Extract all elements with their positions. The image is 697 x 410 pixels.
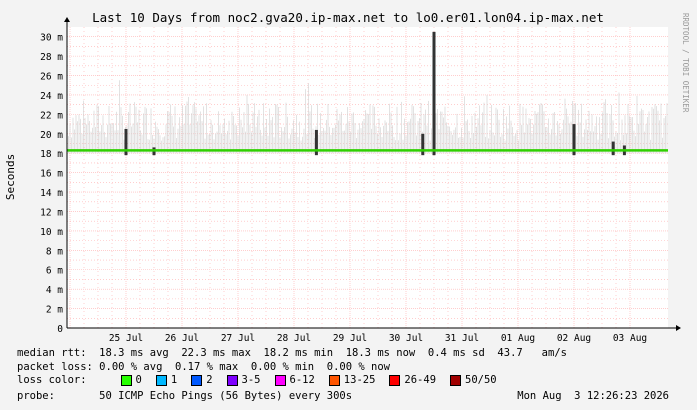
- y-tick-label: 30 m: [40, 33, 63, 44]
- probe-line: probe: 50 ICMP Echo Pings (56 Bytes) eve…: [17, 390, 353, 402]
- x-tick-label: 31 Jul: [445, 333, 479, 344]
- x-tick-label: 27 Jul: [221, 333, 255, 344]
- packet-loss-line: packet loss: 0.00 % avg 0.17 % max 0.00 …: [17, 361, 390, 373]
- latency-chart: 0 2 m 4 m 6 m 8 m 10 m 12 m 14 m 16 m 18 m 20 m 22 …: [4, 10, 690, 344]
- loss-legend-label: 50/50: [465, 374, 497, 386]
- y-tick-label: 4 m: [46, 285, 63, 296]
- loss-swatch: [226, 374, 238, 386]
- x-tick-label: 25 Jul: [109, 333, 143, 344]
- x-tick-label: 28 Jul: [277, 333, 311, 344]
- y-axis-arrow: [64, 17, 70, 22]
- y-tick-label: 22 m: [40, 110, 63, 121]
- loss-legend-item: 26-49: [383, 374, 436, 386]
- chart-title: Last 10 Days from noc2.gva20.ip-max.net …: [92, 10, 604, 25]
- x-tick-label: 26 Jul: [165, 333, 199, 344]
- y-tick-label: 2 m: [46, 305, 63, 316]
- loss-color-legend: loss color: 0 1 2 3-5 6-12 13-25 26-49 50/50: [17, 374, 505, 386]
- latency-spike: [432, 31, 436, 156]
- loss-legend-label: 26-49: [404, 374, 437, 386]
- y-axis-label: Seconds: [4, 154, 17, 200]
- y-tick-label: 18 m: [40, 149, 63, 160]
- y-tick-label: 14 m: [40, 188, 63, 199]
- timestamp: Mon Aug 3 12:26:23 2026: [517, 390, 669, 402]
- loss-legend-item: 2: [185, 374, 213, 386]
- loss-legend-item: 3-5: [221, 374, 261, 386]
- y-tick-label: 24 m: [40, 91, 63, 102]
- loss-legend-item: 1: [150, 374, 177, 386]
- y-tick-label: 12 m: [40, 207, 63, 218]
- loss-swatch: [120, 374, 132, 386]
- loss-swatch: [155, 374, 167, 386]
- loss-legend-label: 1: [170, 374, 178, 386]
- x-axis-arrow: [676, 325, 681, 331]
- y-tick-label: 6 m: [46, 266, 63, 277]
- loss-color-label: loss color:: [17, 374, 87, 386]
- loss-swatch: [274, 374, 286, 386]
- loss-legend-item: 6-12: [269, 374, 315, 386]
- loss-swatch: [450, 374, 462, 386]
- median-rtt-line: median rtt: 18.3 ms avg 22.3 ms max 18.2…: [17, 347, 567, 359]
- loss-legend-label: 3-5: [241, 374, 261, 386]
- y-tick-label: 8 m: [46, 246, 63, 257]
- loss-legend-label: 2: [206, 374, 213, 386]
- x-tick-label: 30 Jul: [389, 333, 423, 344]
- loss-swatch: [191, 374, 203, 386]
- x-tick-label: 02 Aug: [557, 333, 591, 344]
- plot-area: [67, 27, 668, 328]
- y-tick-label: 10 m: [40, 227, 63, 238]
- loss-legend-label: 0: [135, 374, 142, 386]
- loss-legend-label: 6-12: [289, 374, 315, 386]
- y-tick-label: 26 m: [40, 72, 63, 83]
- latency-spike: [611, 141, 615, 156]
- loss-legend-item: 50/50: [444, 374, 497, 386]
- watermark: RRDTOOL / TOBI OETIKER: [681, 13, 690, 113]
- y-tick-label: 0: [57, 324, 63, 335]
- x-tick-label: 01 Aug: [501, 333, 535, 344]
- loss-swatch: [328, 374, 340, 386]
- loss-legend-label: 13-25: [343, 374, 376, 386]
- y-tick-label: 16 m: [40, 169, 63, 180]
- loss-legend-item: 0: [115, 374, 142, 386]
- latency-spike: [421, 133, 425, 156]
- y-tick-label: 20 m: [40, 130, 63, 141]
- x-tick-label: 03 Aug: [613, 333, 647, 344]
- smokeping-graph: 0 2 m 4 m 6 m 8 m 10 m 12 m 14 m 16 m 18 m 20 m 22 …: [0, 0, 697, 410]
- x-tick-label: 29 Jul: [333, 333, 367, 344]
- loss-legend-item: 13-25: [323, 374, 376, 386]
- y-tick-label: 28 m: [40, 52, 63, 63]
- loss-swatch: [389, 374, 401, 386]
